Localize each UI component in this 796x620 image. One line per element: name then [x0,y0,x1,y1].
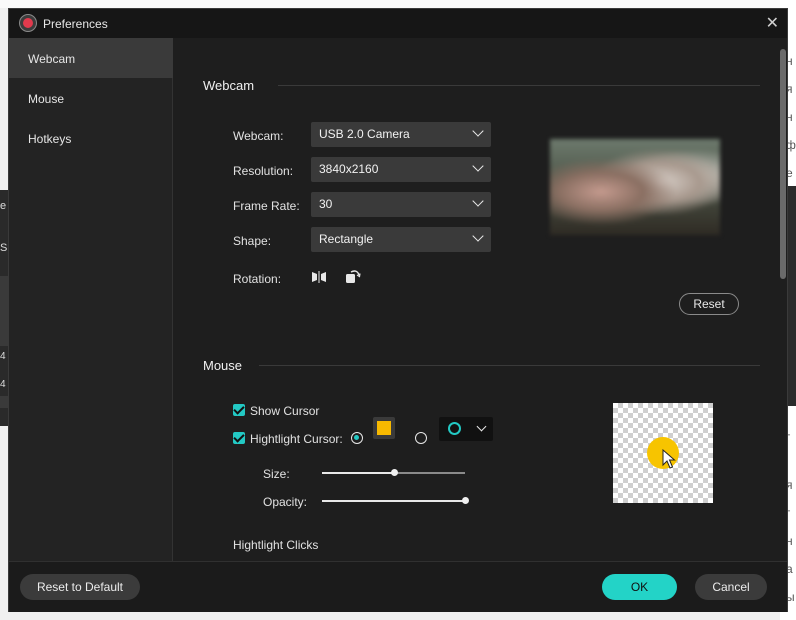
opacity-slider-fill [322,500,465,502]
show-cursor-label: Show Cursor [250,404,320,418]
chevron-down-icon [472,195,484,207]
sidebar-item-hotkeys[interactable]: Hotkeys [9,118,173,158]
size-slider-handle[interactable] [390,469,398,476]
sidebar-item-mouse[interactable]: Mouse [9,78,173,118]
close-icon[interactable]: ✕ [766,13,779,33]
rotation-label: Rotation: [233,272,282,286]
highlight-color-swatch[interactable] [373,417,395,439]
resolution-select[interactable]: 3840x2160 [311,157,491,182]
frame-rate-label: Frame Rate: [233,199,300,213]
highlight-cursor-checkbox[interactable] [233,432,245,444]
highlight-clicks-label: Hightlight Clicks [233,538,319,552]
rotate-icon[interactable] [345,268,361,284]
cursor-arrow-icon [662,449,676,469]
section-divider [278,85,760,86]
chevron-down-icon [472,125,484,137]
webcam-select-value: USB 2.0 Camera [319,127,410,141]
shape-select-value: Rectangle [319,232,374,246]
sidebar-item-webcam[interactable]: Webcam [9,38,173,78]
opacity-slider[interactable] [322,497,469,504]
flip-horizontal-icon[interactable] [311,270,327,284]
opacity-slider-handle[interactable] [462,497,469,504]
size-slider-fill [322,472,394,474]
shape-select[interactable]: Rectangle [311,227,491,252]
sidebar: Webcam Mouse Hotkeys [9,38,173,561]
app-record-icon [19,14,37,32]
bg-left-fragment: 4 [0,351,6,362]
dialog-footer: Reset to Default OK Cancel [9,561,787,612]
frame-rate-select[interactable]: 30 [311,192,491,217]
bg-left-fragment: e [0,200,7,212]
preferences-dialog: Preferences ✕ Webcam Mouse Hotkeys Webca… [8,8,788,612]
bg-left-fragment: S [0,242,8,254]
reset-button[interactable]: Reset [679,293,739,315]
highlight-filled-radio[interactable] [351,432,363,444]
ring-color-dropdown[interactable] [439,417,493,441]
window-title: Preferences [43,17,108,31]
ok-button[interactable]: OK [602,574,677,600]
frame-rate-select-value: 30 [319,197,333,211]
settings-content: Webcam Webcam: USB 2.0 Camera Resolution… [174,38,778,561]
highlight-ring-radio[interactable] [415,432,427,444]
cancel-button[interactable]: Cancel [695,574,767,600]
resolution-select-value: 3840x2160 [319,162,379,176]
title-bar[interactable]: Preferences ✕ [9,9,787,38]
chevron-down-icon [476,421,487,432]
mouse-preview [613,403,713,503]
ring-icon [448,422,461,435]
chevron-down-icon [472,230,484,242]
webcam-label: Webcam: [233,129,284,143]
size-label: Size: [263,467,290,481]
content-scrollbar[interactable] [780,49,786,279]
bg-left-fragment: 4 [0,379,6,390]
section-divider [259,365,760,366]
reset-to-default-button[interactable]: Reset to Default [20,574,140,600]
size-slider[interactable] [322,469,465,476]
resolution-label: Resolution: [233,164,294,178]
webcam-section-heading: Webcam [203,78,255,93]
show-cursor-checkbox[interactable] [233,404,245,416]
chevron-down-icon [472,160,484,172]
webcam-preview [550,139,720,235]
mouse-section-heading: Mouse [203,358,243,373]
webcam-select[interactable]: USB 2.0 Camera [311,122,491,147]
opacity-label: Opacity: [263,495,308,509]
highlight-cursor-label: Hightlight Cursor: [250,432,343,446]
shape-label: Shape: [233,234,272,248]
background-window-top [0,0,796,8]
